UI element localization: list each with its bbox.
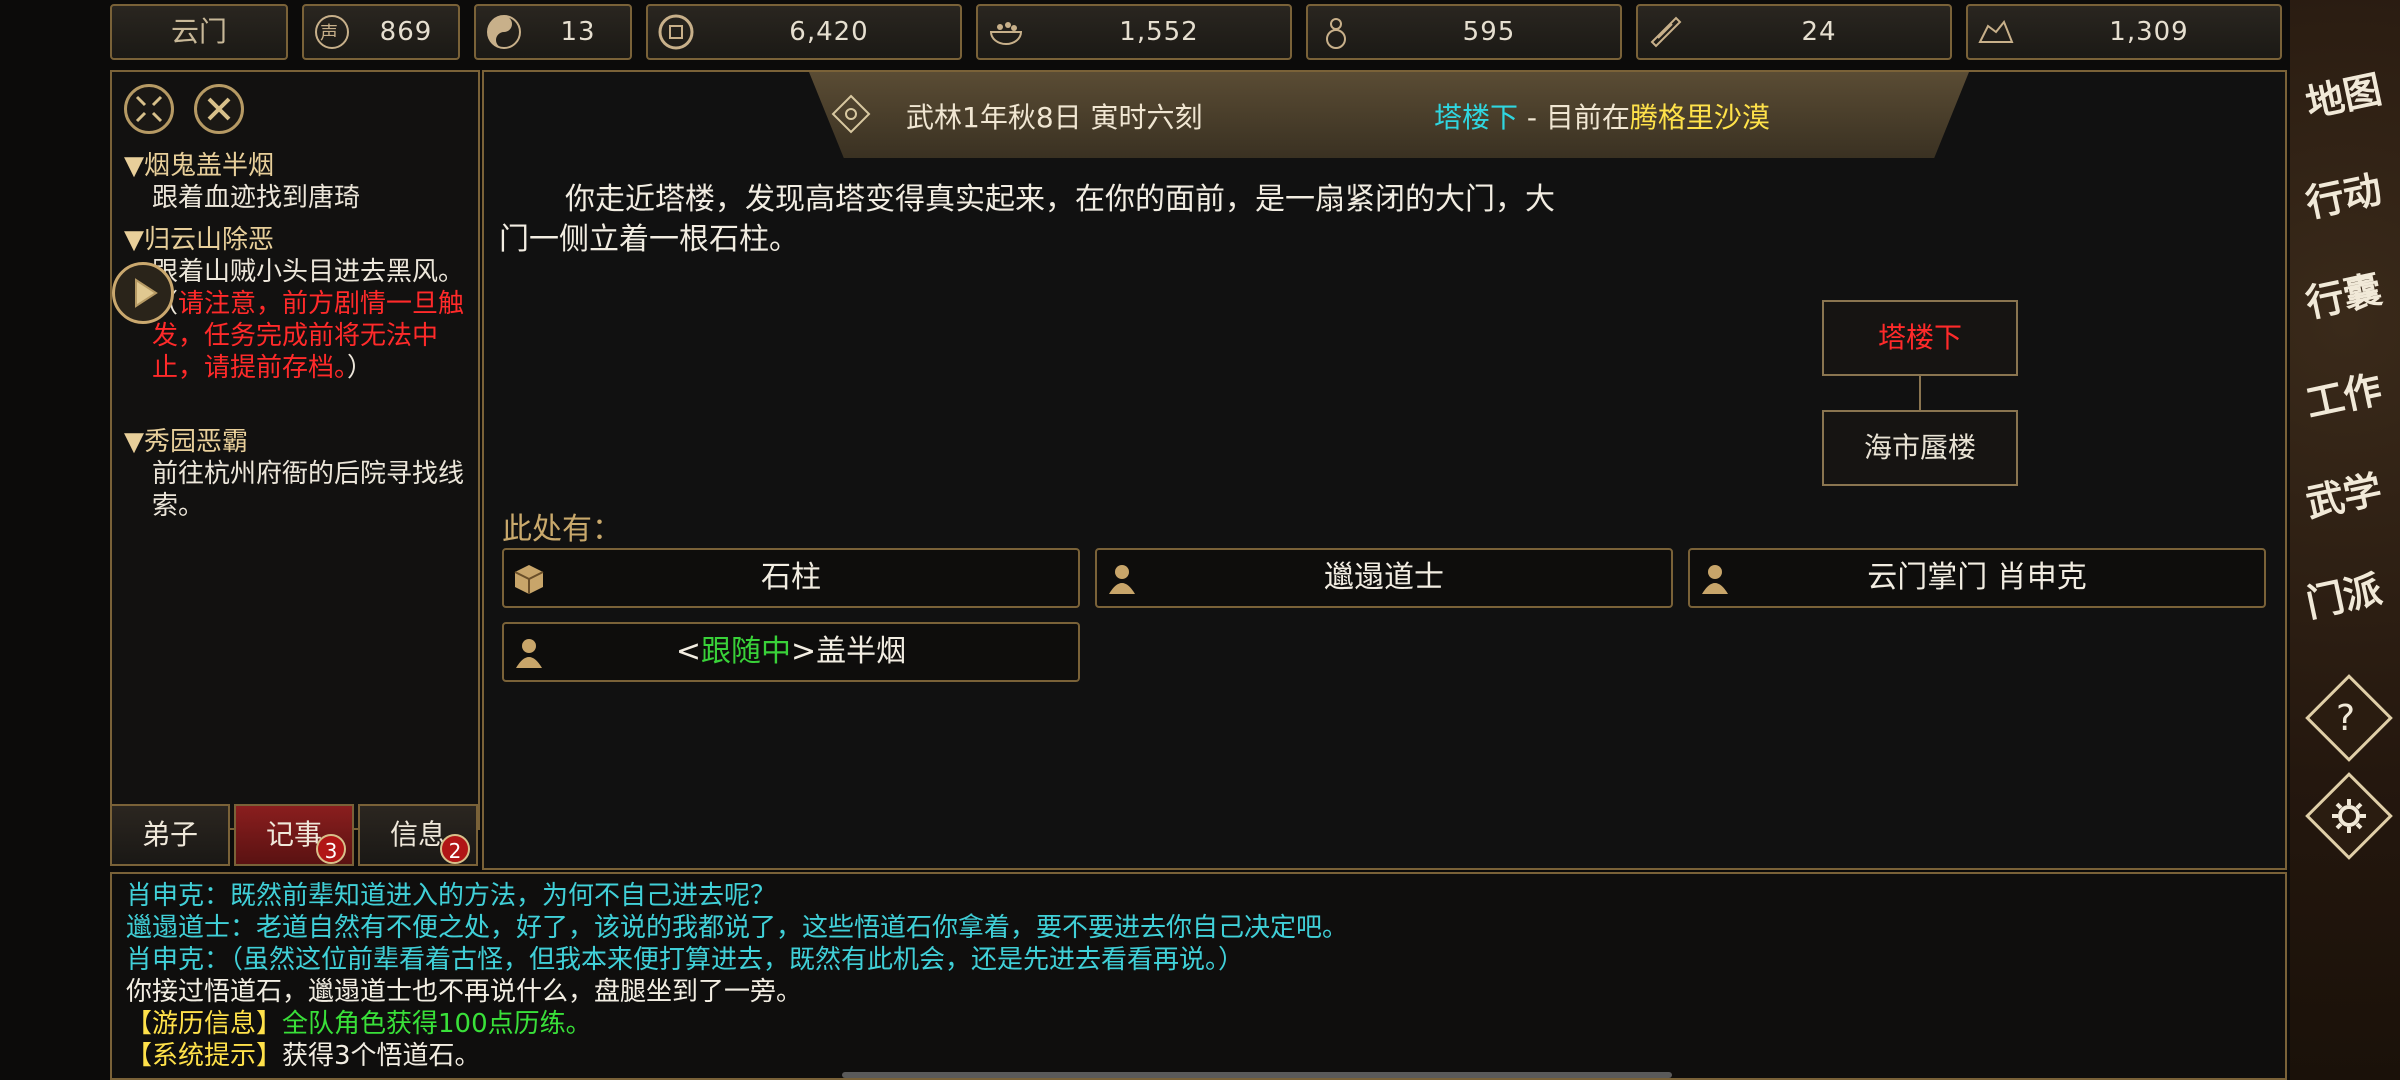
here-label: 此处有：	[502, 512, 622, 547]
quest-warning: 请注意，前方剧情一旦触发，任务完成前将无法中止，请提前存档。	[152, 289, 465, 383]
entity-follower[interactable]: <跟随中>盖半烟	[502, 622, 1080, 682]
play-button[interactable]	[112, 262, 174, 324]
ore-icon	[1978, 20, 2014, 43]
reputation-counter[interactable]: 声 869	[302, 4, 460, 60]
scroll-counter[interactable]: 24	[1636, 4, 1952, 60]
quest-item[interactable]: ▼秀园恶霸 前往杭州府衙的后院寻找线索。	[124, 426, 468, 522]
menu-martial-arts[interactable]: 武学	[2299, 466, 2398, 564]
map-connector	[1919, 376, 1921, 410]
quest-desc: 跟着血迹找到唐琦	[152, 183, 361, 213]
quest-title: ▼秀园恶霸	[124, 427, 248, 457]
tab-journal[interactable]: 记事 3	[234, 804, 354, 866]
food-counter[interactable]: 1,552	[976, 4, 1292, 60]
main-menu: 地图 行动 行囊 工作 武学 门派 ?	[2290, 0, 2400, 1080]
person-icon	[1702, 565, 1728, 594]
message-log[interactable]: 肖申克：既然前辈知道进入的方法，为何不自己进去呢？ 邋遢道士：老道自然有不便之处…	[110, 872, 2287, 1080]
scroll-icon	[1650, 16, 1682, 48]
quest-desc: 跟着山贼小头目进去黑风。（请注意，前方剧情一旦触发，任务完成前将无法中止，请提前…	[152, 257, 465, 383]
log-line: 肖申克：（虽然这位前辈看着古怪，但我本来便打算进去，既然有此机会，还是先进去看看…	[126, 945, 1245, 975]
shrink-arrows-icon	[135, 95, 163, 123]
sect-name[interactable]: 云门	[110, 4, 288, 60]
person-icon	[516, 639, 542, 668]
scene-panel: 武林1年秋8日 寅时六刻 塔楼下 - 目前在腾格里沙漠 你走近塔楼，发现高塔变得…	[482, 70, 2287, 870]
menu-sect[interactable]: 门派	[2299, 566, 2398, 664]
log-line: 肖申克：既然前辈知道进入的方法，为何不自己进去呢？	[126, 881, 777, 911]
menu-inventory[interactable]: 行囊	[2299, 266, 2398, 364]
gourd-counter[interactable]: 595	[1306, 4, 1622, 60]
settings-icon	[2332, 799, 2366, 833]
close-icon	[207, 97, 231, 121]
entity-taoist[interactable]: 邋遢道士	[1095, 548, 1673, 608]
box-icon	[514, 565, 544, 594]
person-icon	[1109, 565, 1135, 594]
compass-icon	[831, 94, 871, 134]
yin-yang-counter[interactable]: 13	[474, 4, 632, 60]
help-icon: ?	[2336, 698, 2355, 739]
menu-work[interactable]: 工作	[2299, 366, 2398, 464]
log-line: 【系统提示】获得3个悟道石。	[126, 1041, 481, 1071]
game-date: 武林1年秋8日 寅时六刻	[906, 101, 1203, 134]
panel-tabs: 弟子 记事 3 信息 2	[110, 804, 480, 868]
tab-disciples[interactable]: 弟子	[110, 804, 230, 866]
log-line: 【游历信息】全队角色获得100点历练。	[126, 1009, 592, 1039]
log-line: 你接过悟道石，邋遢道士也不再说什么，盘腿坐到了一旁。	[126, 977, 803, 1007]
ore-counter[interactable]: 1,309	[1966, 4, 2282, 60]
quest-item[interactable]: ▼归云山除恶 跟着山贼小头目进去黑风。（请注意，前方剧情一旦触发，任务完成前将无…	[124, 224, 468, 384]
quest-title: ▼归云山除恶	[124, 225, 274, 255]
coin-icon	[658, 14, 694, 50]
scene-narrative: 你走近塔楼，发现高塔变得真实起来，在你的面前，是一扇紧闭的大门，大门一侧立着一根…	[499, 182, 1555, 257]
menu-map[interactable]: 地图	[2299, 66, 2398, 164]
quest-desc: 前往杭州府衙的后院寻找线索。	[152, 459, 465, 521]
collapse-button[interactable]	[124, 84, 174, 134]
entity-stone-pillar[interactable]: 石柱	[502, 548, 1080, 608]
notification-badge: 3	[316, 834, 346, 864]
tab-messages[interactable]: 信息 2	[358, 804, 478, 866]
resource-bar: 云门 声 869 13 6,420 1,552 595 24 1,309	[110, 4, 2290, 64]
notification-badge: 2	[440, 834, 470, 864]
quest-title: ▼烟鬼盖半烟	[124, 151, 274, 181]
svg-text:?: ?	[2336, 698, 2355, 739]
reputation-icon: 声	[315, 15, 349, 49]
coin-counter[interactable]: 6,420	[646, 4, 962, 60]
current-location: 塔楼下 - 目前在腾格里沙漠	[1434, 101, 1770, 134]
play-icon	[135, 278, 158, 308]
log-line: 邋遢道士：老道自然有不便之处，好了，该说的我都说了，这些悟道石你拿着，要不要进去…	[126, 913, 1349, 943]
map-node-current[interactable]: 塔楼下	[1822, 300, 2018, 376]
gourd-icon	[1326, 18, 1346, 49]
yin-yang-icon	[487, 15, 521, 49]
menu-action[interactable]: 行动	[2299, 166, 2398, 264]
quest-panel: ▼烟鬼盖半烟 跟着血迹找到唐琦 ▼归云山除恶 跟着山贼小头目进去黑风。（请注意，…	[110, 70, 480, 830]
close-quest-button[interactable]	[194, 84, 244, 134]
map-node-below[interactable]: 海市蜃楼	[1822, 410, 2018, 486]
location-banner: 武林1年秋8日 寅时六刻 塔楼下 - 目前在腾格里沙漠	[809, 72, 1969, 158]
quest-item[interactable]: ▼烟鬼盖半烟 跟着血迹找到唐琦	[124, 150, 468, 214]
log-scrollbar[interactable]	[842, 1072, 1672, 1078]
svg-text:声: 声	[320, 23, 338, 44]
entity-sect-leader[interactable]: 云门掌门 肖申克	[1688, 548, 2266, 608]
food-bowl-icon	[989, 22, 1023, 45]
